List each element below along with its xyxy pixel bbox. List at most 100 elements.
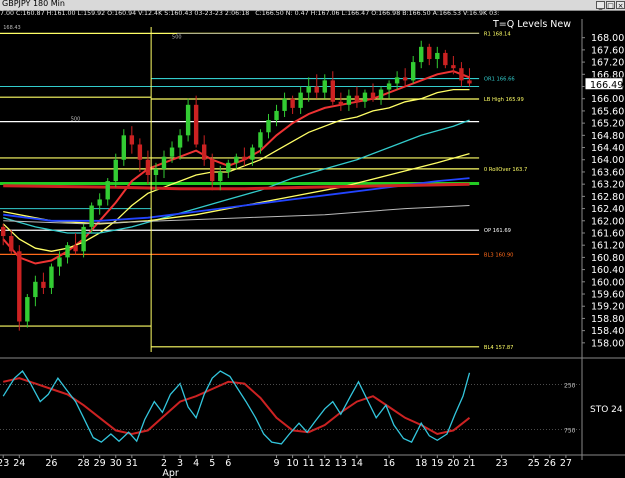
level-label: BL3 160.90 [484,252,514,258]
y-tick-label: 167.20 [591,58,624,69]
candle-body [65,245,70,258]
x-tick-label: 16 [383,458,395,469]
y-tick-label: 161.20 [591,241,624,252]
x-tick-label: 13 [335,458,347,469]
candle-body [177,135,183,148]
candle-body [459,68,464,81]
candle-body [362,92,368,102]
price-chart[interactable]: R1 168.14 OR1 166.66 LB High 165.99 0 RollO… [0,0,625,478]
y-tick-label: 158.80 [591,314,624,325]
candle-body [410,62,416,81]
x-tick-label: 4 [193,458,199,469]
candle-body [49,266,54,288]
candle-body [41,281,46,288]
candle-body [378,89,384,99]
candle-body [193,104,199,145]
chart-window: GBPJPY 180 Min _ □ × 7.00 C:160.87 H:161… [0,0,625,478]
candle-body [242,156,247,160]
x-tick-label: 18 [415,458,427,469]
x-tick-label: 19 [431,458,443,469]
candle-body [218,171,223,182]
candle-body [81,226,86,252]
level-label: R1 168.14 [484,31,511,37]
x-tick-label: 31 [126,458,138,469]
candle-body [435,52,440,60]
x-tick-label: 6 [225,458,231,469]
x-tick-label: 26 [45,458,57,469]
y-tick-label: 159.20 [591,302,624,313]
candle-body [394,77,400,84]
last-price-label: 166.49 [590,80,623,91]
candle-body [9,236,14,252]
candle-body [113,159,118,182]
y-tick-label: 158.00 [591,338,624,349]
candle-body [258,132,263,148]
x-tick-label: 14 [351,458,363,469]
candle-body [282,98,287,111]
chart-annotation: 500 [71,117,81,123]
candle-body [33,281,38,298]
candle-body [314,86,319,93]
candle-body [370,92,376,99]
candle-body [234,156,239,163]
y-tick-label: 159.60 [591,290,624,301]
chart-annotation: 500 [172,35,182,41]
osc-tick-label: 750 [564,428,576,435]
level-label: OP 161.69 [484,228,511,234]
month-label: Apr [162,468,179,478]
y-tick-label: 162.00 [591,216,624,227]
x-tick-label: 29 [94,458,106,469]
candle-body [121,135,126,160]
y-tick-label: 164.40 [591,143,624,154]
candle-body [330,80,336,102]
x-tick-label: 20 [447,458,459,469]
oscillator-name: STO 24 [590,405,623,415]
y-tick-label: 165.60 [591,106,624,117]
candle-body [274,110,279,121]
candle-body [145,159,151,176]
candle-body [354,95,360,102]
x-tick-label: 28 [78,458,90,469]
candle-body [346,95,352,105]
y-tick-label: 167.60 [591,45,624,56]
x-tick-label: 27 [560,458,572,469]
candle-body [467,80,472,84]
y-tick-label: 161.60 [591,228,624,239]
candle-body [105,181,110,200]
level-label: 0 RollOver 163.7 [484,167,527,173]
x-tick-label: 24 [13,458,25,469]
osc-tick-label: 250 [564,383,576,390]
y-tick-label: 160.80 [591,253,624,264]
candle-body [185,104,191,136]
candle-body [443,52,448,66]
candle-body [97,199,102,206]
moving-average-line [3,119,470,234]
moving-average-line [2,88,470,252]
candle-body [386,83,392,90]
candle-body [73,245,78,252]
candle-body [427,46,432,60]
y-tick-label: 163.60 [591,167,624,178]
y-tick-label: 164.80 [591,131,624,142]
candle-body [1,226,6,237]
candle-body [137,144,143,160]
x-tick-label: 10 [287,458,299,469]
candle-body [419,46,424,63]
candle-body [129,135,135,145]
x-tick-label: 23 [496,458,508,469]
candle-body [298,92,303,108]
level-label: BL4 157.87 [484,345,514,351]
x-tick-label: 9 [274,458,280,469]
candle-body [169,147,175,157]
candle-body [57,257,62,267]
x-tick-label: 26 [544,458,556,469]
y-tick-label: 163.20 [591,180,624,191]
y-tick-label: 168.00 [591,33,624,44]
candle-body [290,98,295,108]
candle-body [451,65,456,69]
candle-body [25,297,30,322]
candle-body [266,120,271,133]
x-tick-label: 5 [209,458,215,469]
y-tick-label: 158.40 [591,326,624,337]
candle-body [250,147,255,160]
